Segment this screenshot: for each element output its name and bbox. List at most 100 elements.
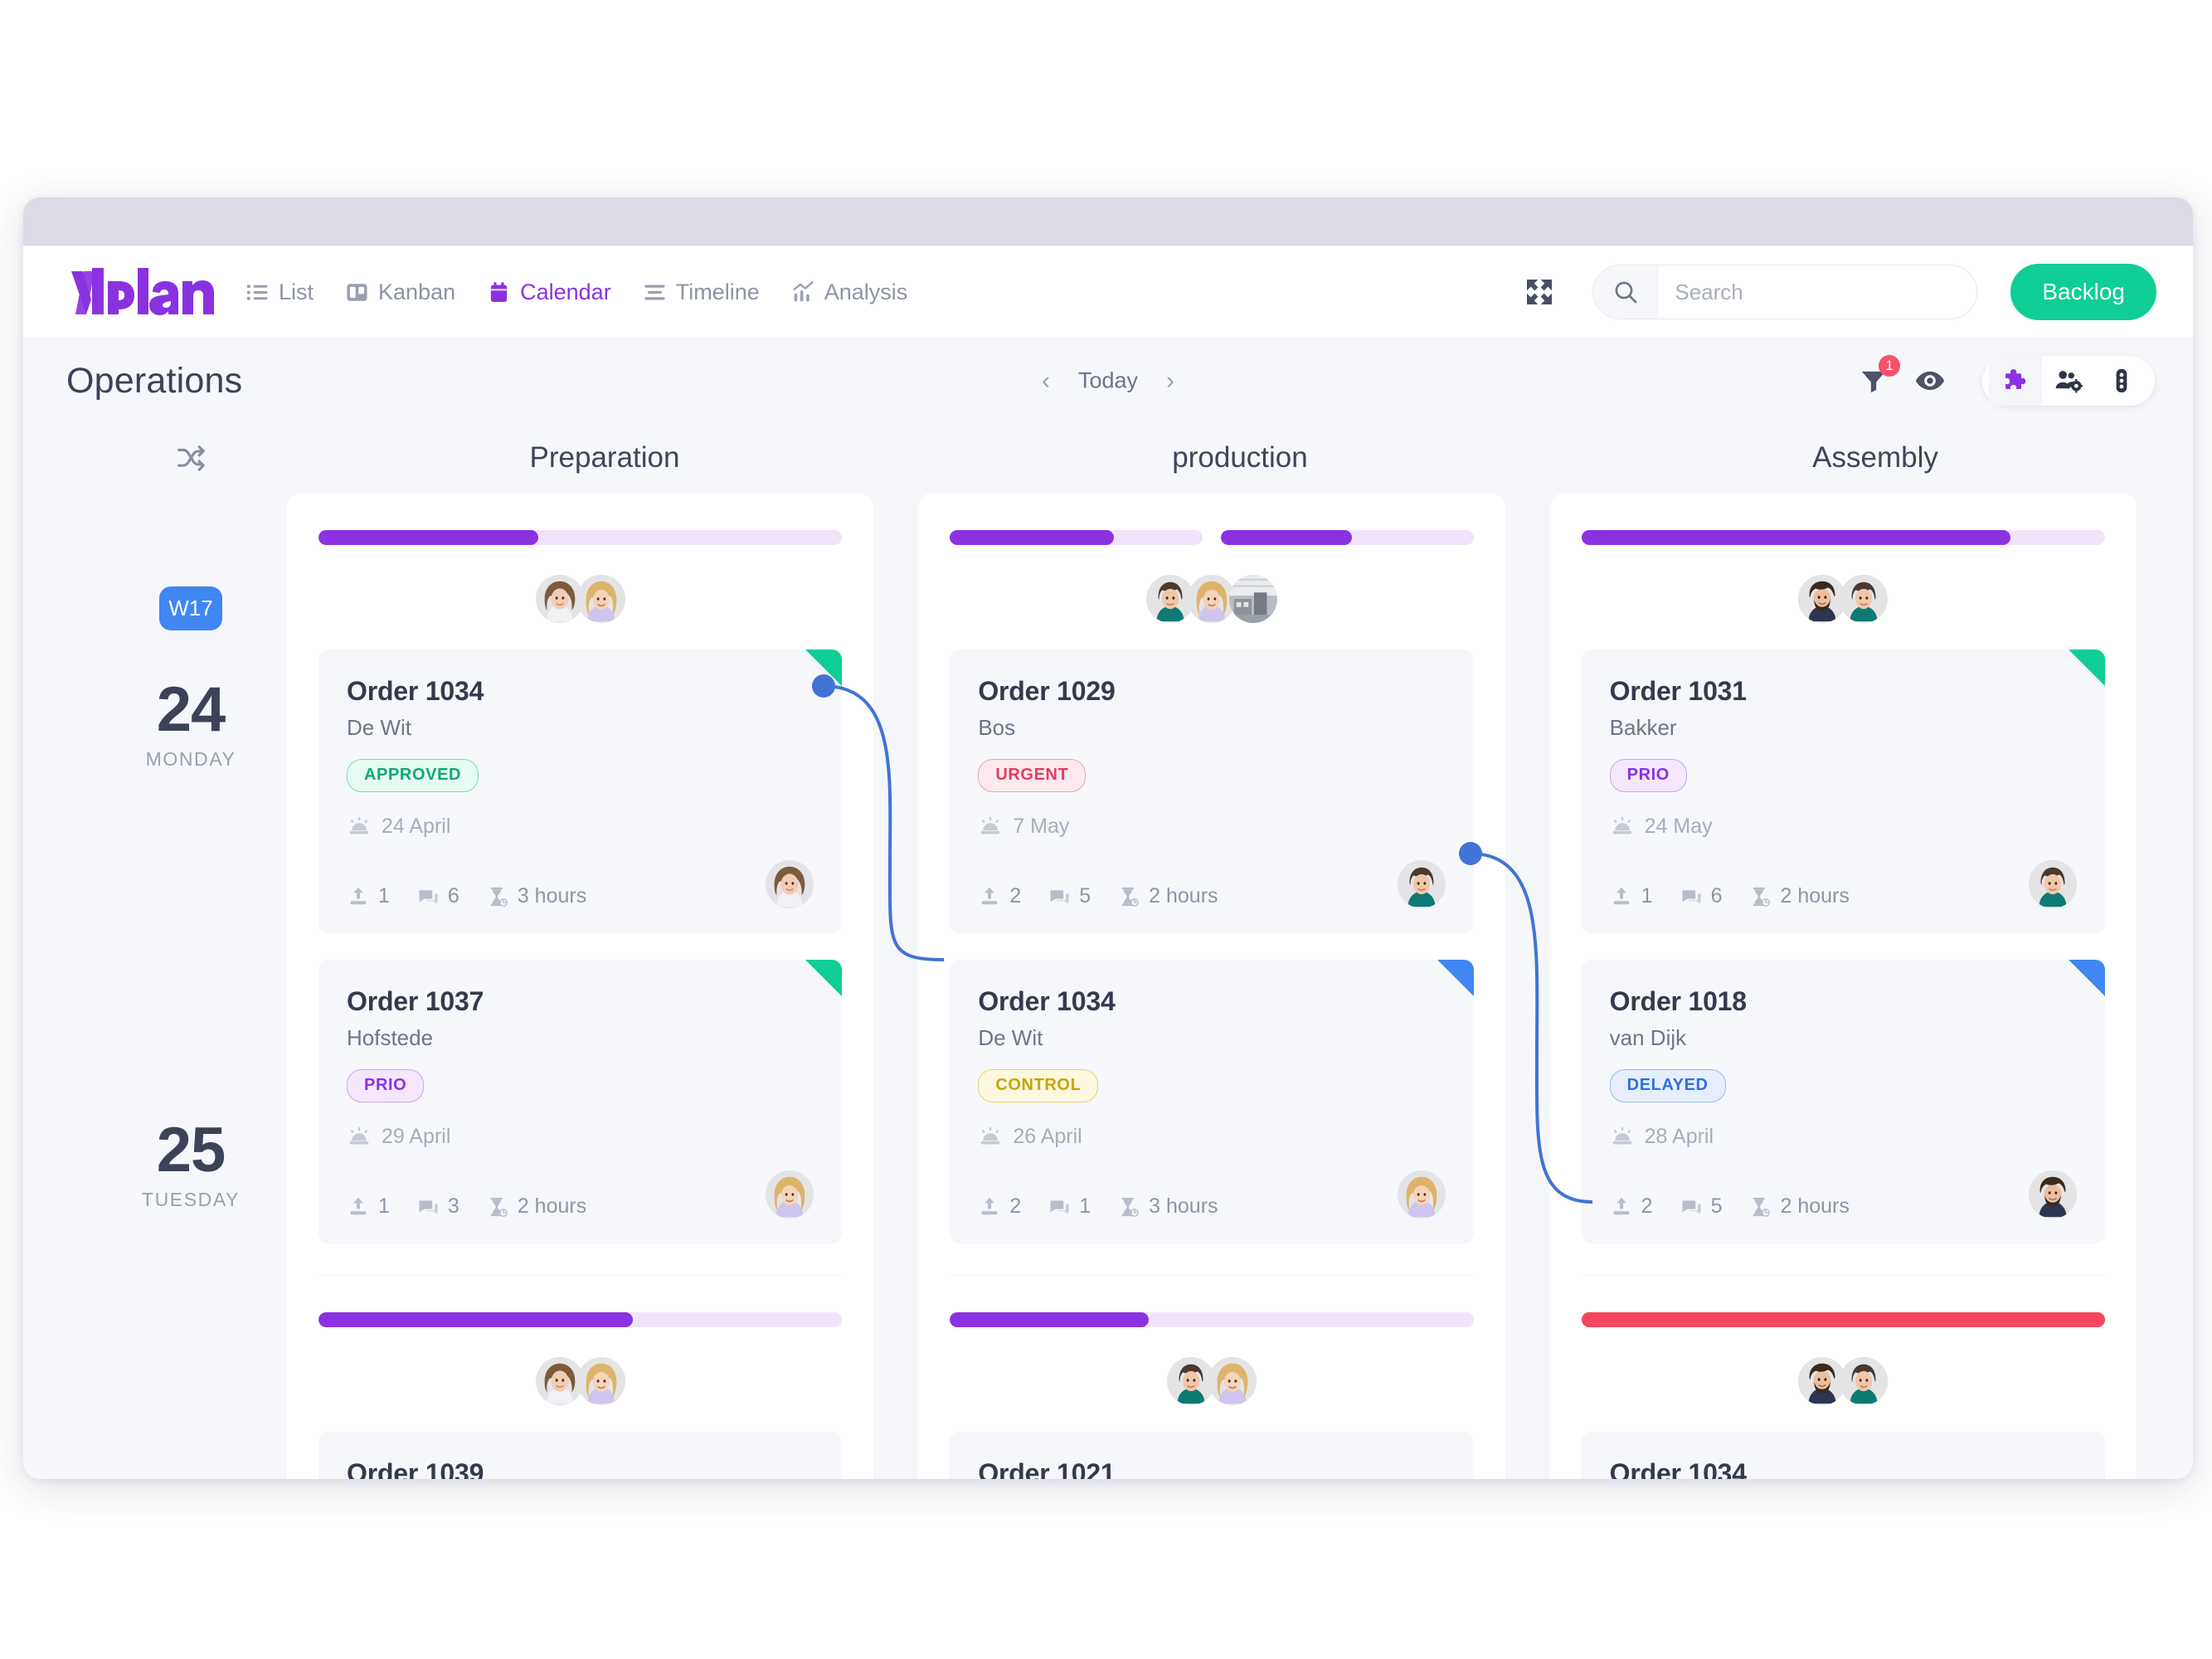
today-button[interactable]: Today (1078, 368, 1138, 394)
comment-icon (1682, 889, 1701, 904)
metric-uploads: 2 (1610, 1194, 1653, 1219)
task-card[interactable]: Order 1021 Visser PRIO (950, 1432, 1474, 1479)
board-mode-toggle-group (1982, 356, 2155, 406)
progress-bars (1581, 1312, 2105, 1327)
comment-icon (1050, 1199, 1069, 1214)
metric-uploads: 1 (347, 884, 390, 908)
filter-button[interactable]: 1 (1858, 355, 1900, 397)
mode-resources-button[interactable] (1989, 356, 2042, 406)
avatar[interactable] (1840, 575, 1889, 623)
due-date-text: 29 April (382, 1124, 451, 1148)
avatar[interactable] (1208, 1357, 1257, 1405)
card-title: Order 1039 (347, 1458, 484, 1479)
card-title: Order 1018 (1609, 986, 1747, 1016)
task-card[interactable]: Order 1037 Hofstede PRIO 29 April 1 3 2 … (318, 960, 843, 1243)
resource-avatars (950, 1357, 1473, 1405)
status-badge: PRIO (1609, 759, 1687, 792)
due-date-text: 7 May (1013, 814, 1070, 838)
task-card[interactable]: Order 1034 De Wit CONTROL 26 April 2 1 3… (950, 960, 1474, 1243)
column-preparation: Order 1034 De Wit APPROVED 24 April 1 6 … (287, 494, 874, 1479)
assignee-avatar[interactable] (2028, 1170, 2077, 1219)
alarm-icon (981, 816, 1000, 834)
tab-analysis-label: Analysis (824, 279, 908, 304)
avatar[interactable] (576, 1357, 625, 1405)
metric-duration: 2 hours (1117, 884, 1218, 908)
comments-count: 1 (1079, 1194, 1091, 1218)
search-box[interactable] (1592, 265, 1978, 319)
list-icon (246, 284, 268, 300)
corner-flag-green (2068, 649, 2105, 686)
metric-uploads: 1 (1610, 884, 1653, 908)
task-card[interactable]: Order 1029 Bos URGENT 7 May 2 5 2 hours (950, 649, 1474, 933)
progress-bars (318, 1312, 843, 1327)
rowgroup-prep-24: Order 1034 De Wit APPROVED 24 April 1 6 … (318, 494, 843, 1243)
tab-calendar[interactable]: Calendar (487, 280, 611, 305)
task-card[interactable]: Order 1031 Bakker PRIO 24 May 1 6 2 hour… (1581, 649, 2105, 933)
top-navigation-bar: List Kanban Calendar Timeline Analysis S… (23, 246, 2193, 339)
task-card[interactable]: Order 1034 De Wit CONTROL (1581, 1432, 2105, 1479)
mode-status-button[interactable] (2095, 356, 2148, 406)
avatar[interactable] (576, 575, 625, 623)
card-customer: van Dijk (1609, 1025, 1687, 1050)
search-input[interactable] (1658, 279, 1977, 305)
card-metrics: 2 5 2 hours (1610, 1170, 2077, 1219)
comment-icon (419, 889, 438, 904)
board-grid: W17 24 MONDAY 25 TUESDAY Order 1034 De W… (23, 494, 2193, 1479)
metric-comments: 1 (1048, 1194, 1091, 1219)
tab-kanban-label: Kanban (378, 279, 456, 304)
kanban-icon (347, 283, 367, 301)
tab-timeline[interactable]: Timeline (643, 280, 760, 305)
week-badge[interactable]: W17 (159, 586, 222, 630)
assignee-avatar[interactable] (2028, 860, 2077, 908)
assignee-avatar[interactable] (1397, 1170, 1446, 1219)
day-number-25: 25 (156, 1115, 226, 1186)
comments-count: 5 (1710, 1194, 1723, 1218)
task-card[interactable]: Order 1018 van Dijk DELAYED 28 April 2 5… (1581, 960, 2105, 1243)
tab-timeline-label: Timeline (675, 279, 760, 304)
duration-text: 3 hours (1149, 1194, 1218, 1218)
resource-avatars (950, 575, 1473, 623)
eye-icon (1915, 371, 1945, 391)
task-card[interactable]: Order 1034 De Wit APPROVED 24 April 1 6 … (318, 649, 843, 933)
hourglass-clock-icon (1121, 887, 1140, 907)
status-badge: PRIO (347, 1069, 425, 1102)
next-period-button[interactable]: › (1166, 368, 1174, 393)
task-card[interactable]: Order 1039 Jansen URGENT (318, 1432, 843, 1479)
progress-bar (1581, 530, 2105, 545)
tab-kanban[interactable]: Kanban (345, 280, 455, 305)
uploads-count: 2 (1009, 884, 1022, 907)
progress-bar-overbooked (1581, 1312, 2105, 1327)
column-header-preparation: Preparation (529, 441, 680, 474)
status-badge: DELAYED (1609, 1069, 1726, 1102)
column-production: Order 1029 Bos URGENT 7 May 2 5 2 hours … (918, 494, 1505, 1479)
avatar[interactable] (535, 1357, 584, 1405)
expand-icon[interactable] (1523, 275, 1556, 309)
hourglass-clock-icon (490, 1197, 508, 1217)
avatar[interactable] (1840, 1357, 1889, 1405)
card-due-date: 24 April (347, 814, 814, 839)
progress-bar (318, 1312, 843, 1327)
assignee-avatar[interactable] (766, 860, 814, 908)
tab-list[interactable]: List (246, 280, 314, 305)
tab-analysis[interactable]: Analysis (791, 279, 908, 305)
backlog-button[interactable]: Backlog (2010, 264, 2156, 320)
day-cell-25: 25 TUESDAY (95, 771, 287, 1211)
visibility-button[interactable] (1914, 365, 1946, 397)
day-number-24: 24 (156, 674, 226, 745)
shuffle-button[interactable] (95, 442, 287, 474)
mode-team-button[interactable] (2042, 356, 2095, 406)
vplan-logo[interactable] (66, 266, 222, 318)
machine-avatar[interactable] (1228, 575, 1277, 623)
hourglass-clock-icon (490, 887, 508, 907)
assignee-avatar[interactable] (766, 1170, 814, 1219)
avatar[interactable] (535, 575, 584, 623)
assignee-avatar[interactable] (1397, 860, 1446, 908)
upload-icon (1613, 887, 1629, 904)
status-badge: CONTROL (978, 1069, 1099, 1102)
card-due-date: 29 April (347, 1124, 814, 1149)
card-customer: Hofstede (347, 1025, 434, 1050)
due-date-text: 26 April (1013, 1124, 1082, 1148)
prev-period-button[interactable]: ‹ (1042, 368, 1050, 393)
corner-flag-blue (2068, 960, 2105, 996)
day-cell-24: W17 24 MONDAY (95, 494, 287, 771)
